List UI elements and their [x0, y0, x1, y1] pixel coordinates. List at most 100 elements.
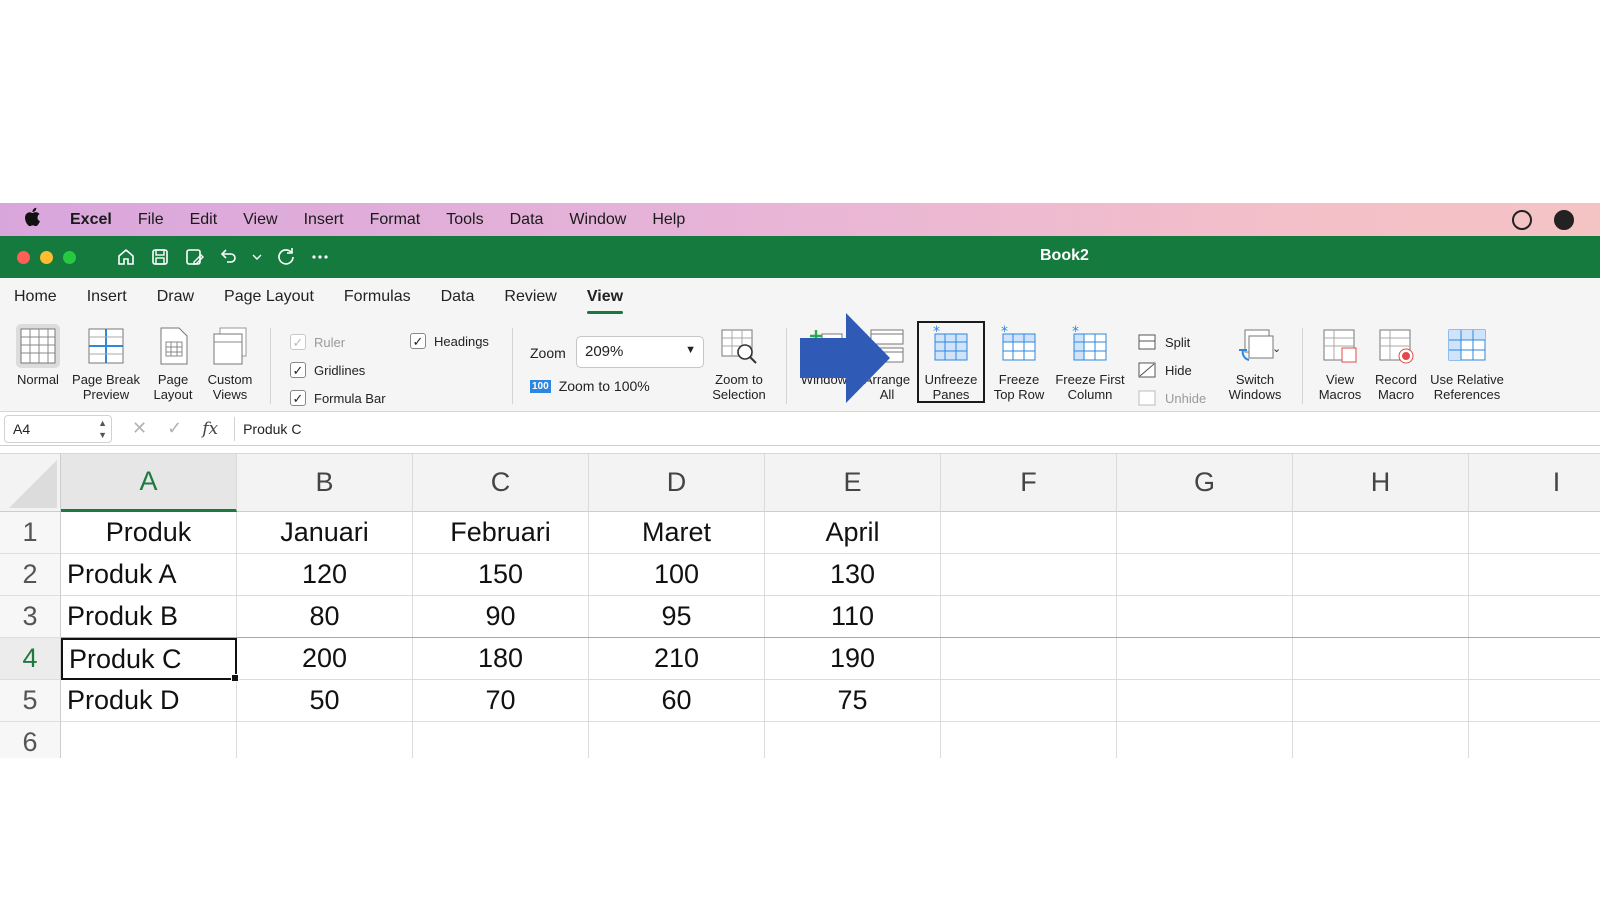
undo-icon[interactable]	[218, 247, 238, 267]
cell-g3[interactable]	[1117, 596, 1293, 638]
row-header-1[interactable]: 1	[0, 512, 61, 554]
cell-e2[interactable]: 130	[765, 554, 941, 596]
cell-f3[interactable]	[941, 596, 1117, 638]
cell-e1[interactable]: April	[765, 512, 941, 554]
row-header-3[interactable]: 3	[0, 596, 61, 638]
ruler-checkbox[interactable]: ✓ Ruler	[290, 334, 345, 350]
cell-d1[interactable]: Maret	[589, 512, 765, 554]
menu-data[interactable]: Data	[510, 211, 544, 229]
cell-g5[interactable]	[1117, 680, 1293, 722]
cell-i6[interactable]	[1469, 722, 1600, 758]
column-header-d[interactable]: D	[589, 454, 765, 512]
cell-g2[interactable]	[1117, 554, 1293, 596]
normal-view-button[interactable]: Normal	[12, 324, 64, 387]
more-icon[interactable]	[310, 247, 330, 267]
minimize-window-button[interactable]	[40, 250, 53, 264]
menu-edit[interactable]: Edit	[190, 211, 218, 229]
headings-checkbox[interactable]: ✓ Headings	[410, 333, 489, 349]
close-window-button[interactable]	[17, 250, 30, 264]
column-header-g[interactable]: G	[1117, 454, 1293, 512]
zoom-window-button[interactable]	[63, 250, 76, 264]
column-header-e[interactable]: E	[765, 454, 941, 512]
split-button[interactable]: Split	[1137, 332, 1190, 352]
apple-icon[interactable]	[24, 207, 46, 232]
custom-views-button[interactable]: Custom Views	[202, 324, 258, 402]
menu-file[interactable]: File	[138, 211, 164, 229]
menu-format[interactable]: Format	[370, 211, 421, 229]
confirm-icon[interactable]: ✓	[167, 418, 182, 439]
menu-help[interactable]: Help	[652, 211, 685, 229]
zoom-to-selection-button[interactable]: Zoom to Selection	[706, 324, 772, 402]
formula-input[interactable]: Produk C	[234, 416, 301, 441]
gridlines-checkbox[interactable]: ✓ Gridlines	[290, 362, 365, 378]
cell-a2[interactable]: Produk A	[61, 554, 237, 596]
tab-draw[interactable]: Draw	[157, 280, 194, 314]
cell-i3[interactable]	[1469, 596, 1600, 638]
home-icon[interactable]	[116, 247, 136, 267]
zoom-to-100-button[interactable]: 100 Zoom to 100%	[530, 378, 650, 394]
menu-view[interactable]: View	[243, 211, 277, 229]
column-header-f[interactable]: F	[941, 454, 1117, 512]
formula-bar-checkbox[interactable]: ✓ Formula Bar	[290, 390, 386, 406]
aperture-icon[interactable]	[1554, 210, 1574, 230]
cell-e5[interactable]: 75	[765, 680, 941, 722]
cell-a3[interactable]: Produk B	[61, 596, 237, 638]
name-box[interactable]: A4 ▲ ▼	[4, 414, 112, 443]
page-break-preview-button[interactable]: Page Break Preview	[68, 324, 144, 402]
cell-a6[interactable]	[61, 722, 237, 758]
row-header-2[interactable]: 2	[0, 554, 61, 596]
cell-c5[interactable]: 70	[413, 680, 589, 722]
insert-function-icon[interactable]: fx	[202, 419, 218, 439]
cell-c6[interactable]	[413, 722, 589, 758]
freeze-top-row-button[interactable]: * Freeze Top Row	[988, 324, 1050, 402]
zoom-select[interactable]: 209% ▼	[576, 336, 704, 368]
openai-icon[interactable]	[1512, 210, 1532, 230]
row-header-4[interactable]: 4	[0, 638, 61, 680]
cell-d5[interactable]: 60	[589, 680, 765, 722]
select-all-button[interactable]	[0, 454, 61, 512]
cell-h6[interactable]	[1293, 722, 1469, 758]
tab-data[interactable]: Data	[441, 280, 475, 314]
menu-excel[interactable]: Excel	[70, 211, 112, 229]
cell-h2[interactable]	[1293, 554, 1469, 596]
cell-h5[interactable]	[1293, 680, 1469, 722]
cell-i4[interactable]	[1469, 638, 1600, 680]
chevron-down-icon[interactable]: ⌄	[1272, 342, 1281, 355]
cell-h1[interactable]	[1293, 512, 1469, 554]
cell-h3[interactable]	[1293, 596, 1469, 638]
cell-b2[interactable]: 120	[237, 554, 413, 596]
cell-g1[interactable]	[1117, 512, 1293, 554]
switch-windows-button[interactable]: Switch Windows	[1218, 324, 1292, 402]
menu-tools[interactable]: Tools	[446, 211, 483, 229]
use-relative-references-button[interactable]: Use Relative References	[1424, 324, 1510, 402]
cell-a5[interactable]: Produk D	[61, 680, 237, 722]
cell-a4[interactable]: Produk C	[61, 638, 239, 682]
cell-c4[interactable]: 180	[413, 638, 589, 680]
hide-button[interactable]: Hide	[1137, 360, 1192, 380]
cell-d4[interactable]: 210	[589, 638, 765, 680]
cell-e4[interactable]: 190	[765, 638, 941, 680]
tab-page-layout[interactable]: Page Layout	[224, 280, 314, 314]
row-header-5[interactable]: 5	[0, 680, 61, 722]
cell-h4[interactable]	[1293, 638, 1469, 680]
tab-home[interactable]: Home	[14, 280, 57, 314]
cell-d2[interactable]: 100	[589, 554, 765, 596]
tab-review[interactable]: Review	[504, 280, 556, 314]
unfreeze-panes-button[interactable]: * Unfreeze Panes	[917, 321, 985, 403]
cell-f6[interactable]	[941, 722, 1117, 758]
save-as-icon[interactable]	[184, 247, 204, 267]
cell-e3[interactable]: 110	[765, 596, 941, 638]
cell-b5[interactable]: 50	[237, 680, 413, 722]
column-header-c[interactable]: C	[413, 454, 589, 512]
cell-g4[interactable]	[1117, 638, 1293, 680]
cell-f5[interactable]	[941, 680, 1117, 722]
cell-f4[interactable]	[941, 638, 1117, 680]
menu-window[interactable]: Window	[569, 211, 626, 229]
save-icon[interactable]	[150, 247, 170, 267]
view-macros-button[interactable]: View Macros	[1312, 324, 1368, 402]
cell-d6[interactable]	[589, 722, 765, 758]
tab-insert[interactable]: Insert	[87, 280, 127, 314]
cell-c3[interactable]: 90	[413, 596, 589, 638]
cell-i5[interactable]	[1469, 680, 1600, 722]
column-header-i[interactable]: I	[1469, 454, 1600, 512]
